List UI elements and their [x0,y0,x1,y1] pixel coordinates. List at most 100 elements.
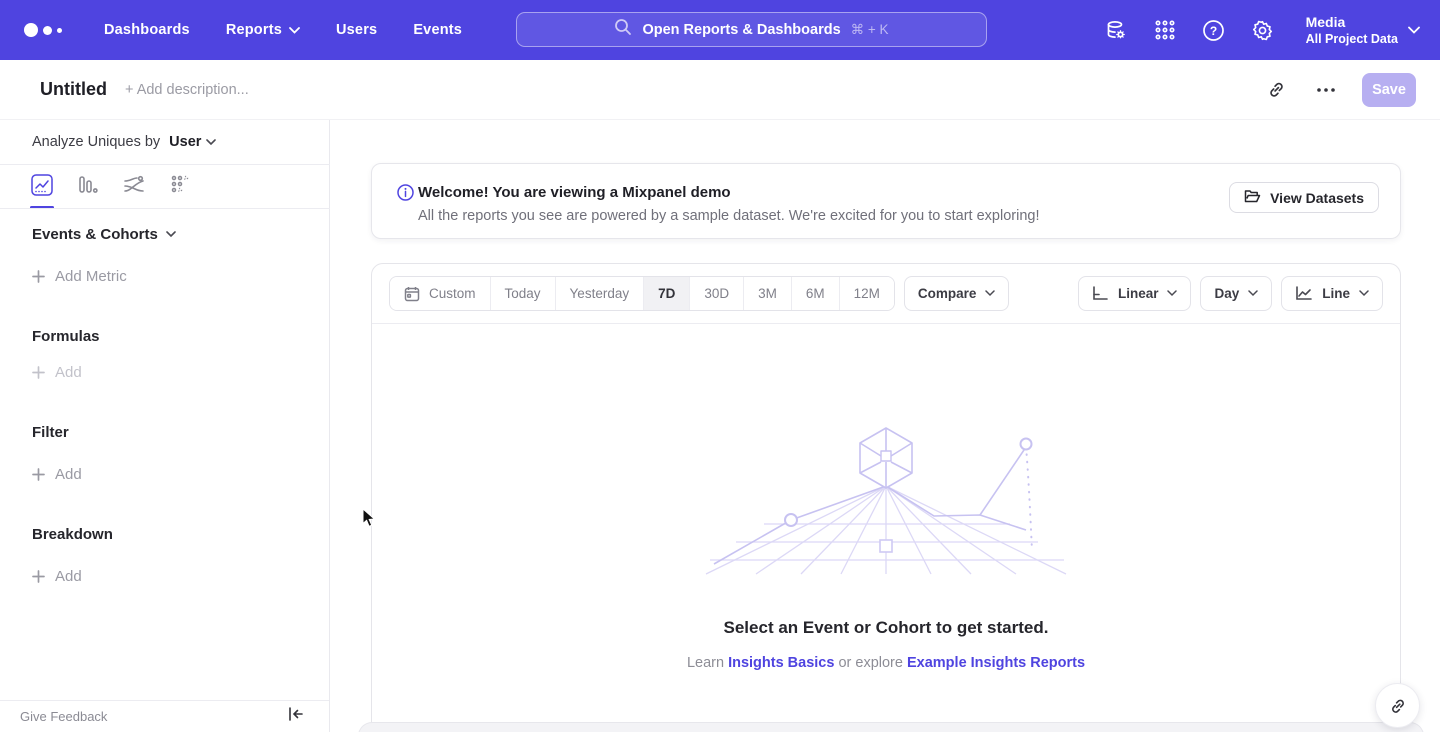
collapse-sidebar-icon[interactable] [288,707,303,726]
date-range-7d[interactable]: 7D [644,277,690,310]
apps-grid-icon[interactable] [1153,18,1177,42]
date-range-label: Today [505,286,541,301]
analyze-label: Analyze Uniques by [32,134,160,150]
plus-icon [32,270,45,283]
add-filter-button[interactable]: Add [32,466,82,483]
nav-item-users[interactable]: Users [336,22,377,38]
banner-title: Welcome! You are viewing a Mixpanel demo [418,184,731,201]
example-reports-link[interactable]: Example Insights Reports [907,655,1085,671]
add-breakdown-label: Add [55,568,82,585]
data-management-icon[interactable] [1104,18,1128,42]
share-link-fab[interactable] [1375,683,1420,728]
chart-display-controls: Linear Day Line [1078,276,1383,311]
add-formula-button[interactable]: Add [32,364,82,381]
project-scope: All Project Data [1306,31,1398,47]
nav-item-reports[interactable]: Reports [226,22,300,38]
view-datasets-button[interactable]: View Datasets [1229,182,1379,213]
date-range-today[interactable]: Today [491,277,556,310]
query-builder-sidebar: Analyze Uniques by User [0,120,330,732]
date-range-30d[interactable]: 30D [690,277,744,310]
date-range-custom[interactable]: Custom [390,277,491,310]
linear-axis-icon [1092,286,1109,301]
project-name: Media [1306,14,1398,31]
copy-link-icon[interactable] [1262,76,1290,104]
chevron-down-icon [1359,290,1369,297]
date-range-3m[interactable]: 3M [744,277,792,310]
scale-dropdown[interactable]: Linear [1078,276,1192,311]
divider [0,164,330,165]
report-toolbar: Custom Today Yesterday 7D 30D 3M 6M 12M … [389,276,1383,311]
date-range-label: Custom [429,286,476,301]
tab-flow-chart[interactable] [122,172,146,202]
date-range-yesterday[interactable]: Yesterday [556,277,645,310]
insights-basics-link[interactable]: Insights Basics [728,655,834,671]
link-icon [1389,697,1407,715]
give-feedback-link[interactable]: Give Feedback [20,709,107,724]
chart-type-label: Line [1322,286,1350,301]
filter-label: Filter [32,424,69,441]
chevron-down-icon [1408,21,1420,39]
search-placeholder: Open Reports & Dashboards [642,22,840,38]
add-description-field[interactable]: + Add description... [125,82,249,98]
chart-type-dropdown[interactable]: Line [1281,276,1383,311]
scale-label: Linear [1118,286,1159,301]
date-range-6m[interactable]: 6M [792,277,840,310]
folder-icon [1244,189,1261,207]
date-range-segmented-control: Custom Today Yesterday 7D 30D 3M 6M 12M [389,276,895,311]
add-breakdown-button[interactable]: Add [32,568,82,585]
date-range-label: 3M [758,286,777,301]
events-cohorts-section[interactable]: Events & Cohorts [32,226,176,243]
line-chart-icon [1295,286,1313,301]
plus-icon [32,366,45,379]
nav-item-label: Reports [226,22,282,38]
tab-metrics-grid[interactable] [168,172,192,202]
bottom-sheet-peek[interactable] [358,722,1424,732]
help-icon[interactable]: ? [1202,18,1226,42]
formulas-label: Formulas [32,328,100,345]
events-cohorts-label: Events & Cohorts [32,226,158,243]
analyze-uniques-row: Analyze Uniques by User [32,134,216,150]
analyze-by-dropdown[interactable]: User [169,134,216,150]
insights-report-card: Custom Today Yesterday 7D 30D 3M 6M 12M … [371,263,1401,732]
tab-line-chart[interactable] [30,172,54,202]
formulas-section-title: Formulas [32,328,100,345]
interval-dropdown[interactable]: Day [1200,276,1272,311]
search-icon [614,18,632,41]
date-range-label: 7D [658,286,675,301]
date-range-12m[interactable]: 12M [840,277,894,310]
date-range-label: Yesterday [570,286,630,301]
compare-label: Compare [918,286,977,301]
empty-state-title: Select an Event or Cohort to get started… [372,618,1400,638]
chevron-down-icon [289,22,300,38]
view-datasets-label: View Datasets [1270,190,1364,206]
date-range-label: 12M [854,286,880,301]
settings-gear-icon[interactable] [1251,18,1275,42]
mixpanel-logo-icon[interactable] [24,23,70,37]
global-search-input[interactable]: Open Reports & Dashboards ⌘ + K [516,12,987,47]
nav-item-dashboards[interactable]: Dashboards [104,22,190,38]
nav-right-cluster: ? Media All Project Data [1104,0,1420,60]
add-filter-label: Add [55,466,82,483]
primary-nav: Dashboards Reports Users Events [104,22,462,38]
add-metric-button[interactable]: Add Metric [32,268,127,285]
tab-bar-chart[interactable] [76,172,100,202]
empty-state-links: Learn Insights Basics or explore Example… [372,655,1400,671]
nav-item-events[interactable]: Events [413,22,462,38]
connector-text: or explore [838,655,902,671]
info-icon [397,184,414,206]
chevron-down-icon [1167,290,1177,297]
breakdown-section-title: Breakdown [32,526,113,543]
more-options-icon[interactable] [1312,76,1340,104]
date-range-label: 30D [704,286,729,301]
nav-item-label: Users [336,22,377,38]
compare-dropdown[interactable]: Compare [904,276,1010,311]
project-switcher[interactable]: Media All Project Data [1306,14,1420,47]
save-button[interactable]: Save [1362,73,1416,107]
welcome-banner: Welcome! You are viewing a Mixpanel demo… [371,163,1401,239]
visualization-tabs [30,172,192,202]
svg-text:?: ? [1210,24,1217,38]
report-title[interactable]: Untitled [40,79,107,100]
banner-subtitle: All the reports you see are powered by a… [418,208,1040,224]
add-formula-label: Add [55,364,82,381]
chevron-down-icon [985,290,995,297]
